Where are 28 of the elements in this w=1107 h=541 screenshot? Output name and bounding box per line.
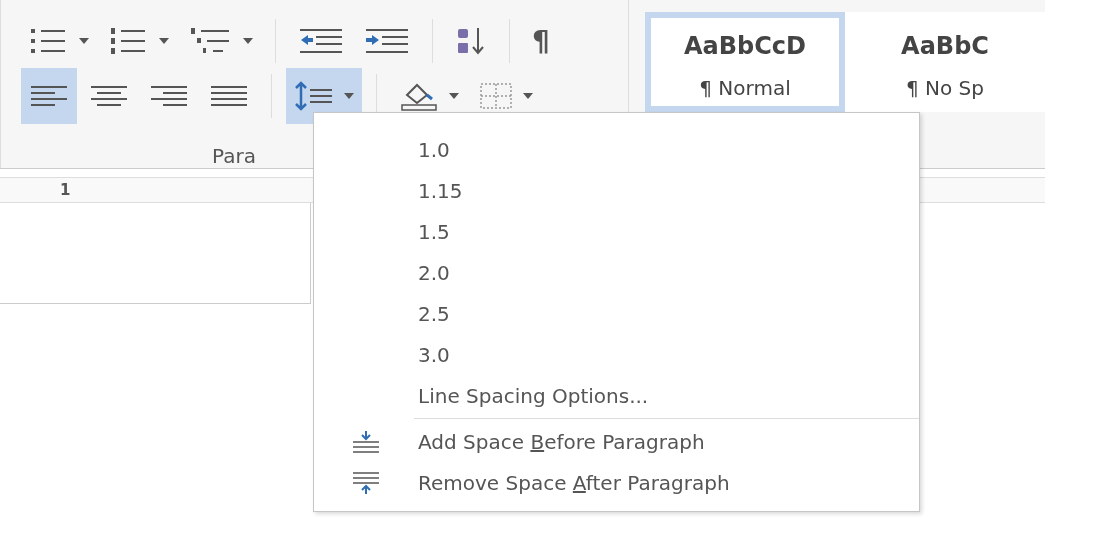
menu-item[interactable]: 3.0 [314, 334, 919, 375]
align-left-icon [29, 84, 69, 108]
show-formatting-button[interactable]: ¶ [524, 16, 558, 66]
remove-space-after-icon [351, 470, 381, 495]
align-center-icon [89, 84, 129, 108]
menu-item[interactable]: 1.15 [314, 170, 919, 211]
ruler-number: 1 [60, 181, 71, 199]
line-spacing-icon [294, 81, 334, 111]
add-space-before-icon [351, 429, 381, 454]
paint-bucket-icon [399, 81, 439, 111]
menu-item[interactable]: 2.0 [314, 252, 919, 293]
sort-icon [455, 25, 487, 57]
justify-icon [209, 84, 249, 108]
border-grid-icon [479, 82, 513, 110]
menu-item[interactable]: 1.0 [314, 129, 919, 170]
decrease-indent-icon [298, 26, 344, 56]
menu-item[interactable]: 2.5 [314, 293, 919, 334]
menu-item[interactable]: Line Spacing Options... [314, 375, 919, 416]
group-label: Para [212, 144, 256, 168]
menu-item[interactable]: 1.5 [314, 211, 919, 252]
style-tile[interactable]: AaBbC ¶ No Sp [845, 12, 1045, 112]
align-left-button[interactable] [21, 68, 77, 124]
style-tile[interactable]: AaBbCcD ¶ Normal [645, 12, 845, 112]
menu-item[interactable]: Remove Space After Paragraph [314, 462, 919, 503]
pilcrow-glyph: ¶ [532, 24, 550, 58]
increase-indent-icon [364, 26, 410, 56]
menu-item[interactable]: Add Space Before Paragraph [314, 421, 919, 462]
align-right-icon [149, 84, 189, 108]
